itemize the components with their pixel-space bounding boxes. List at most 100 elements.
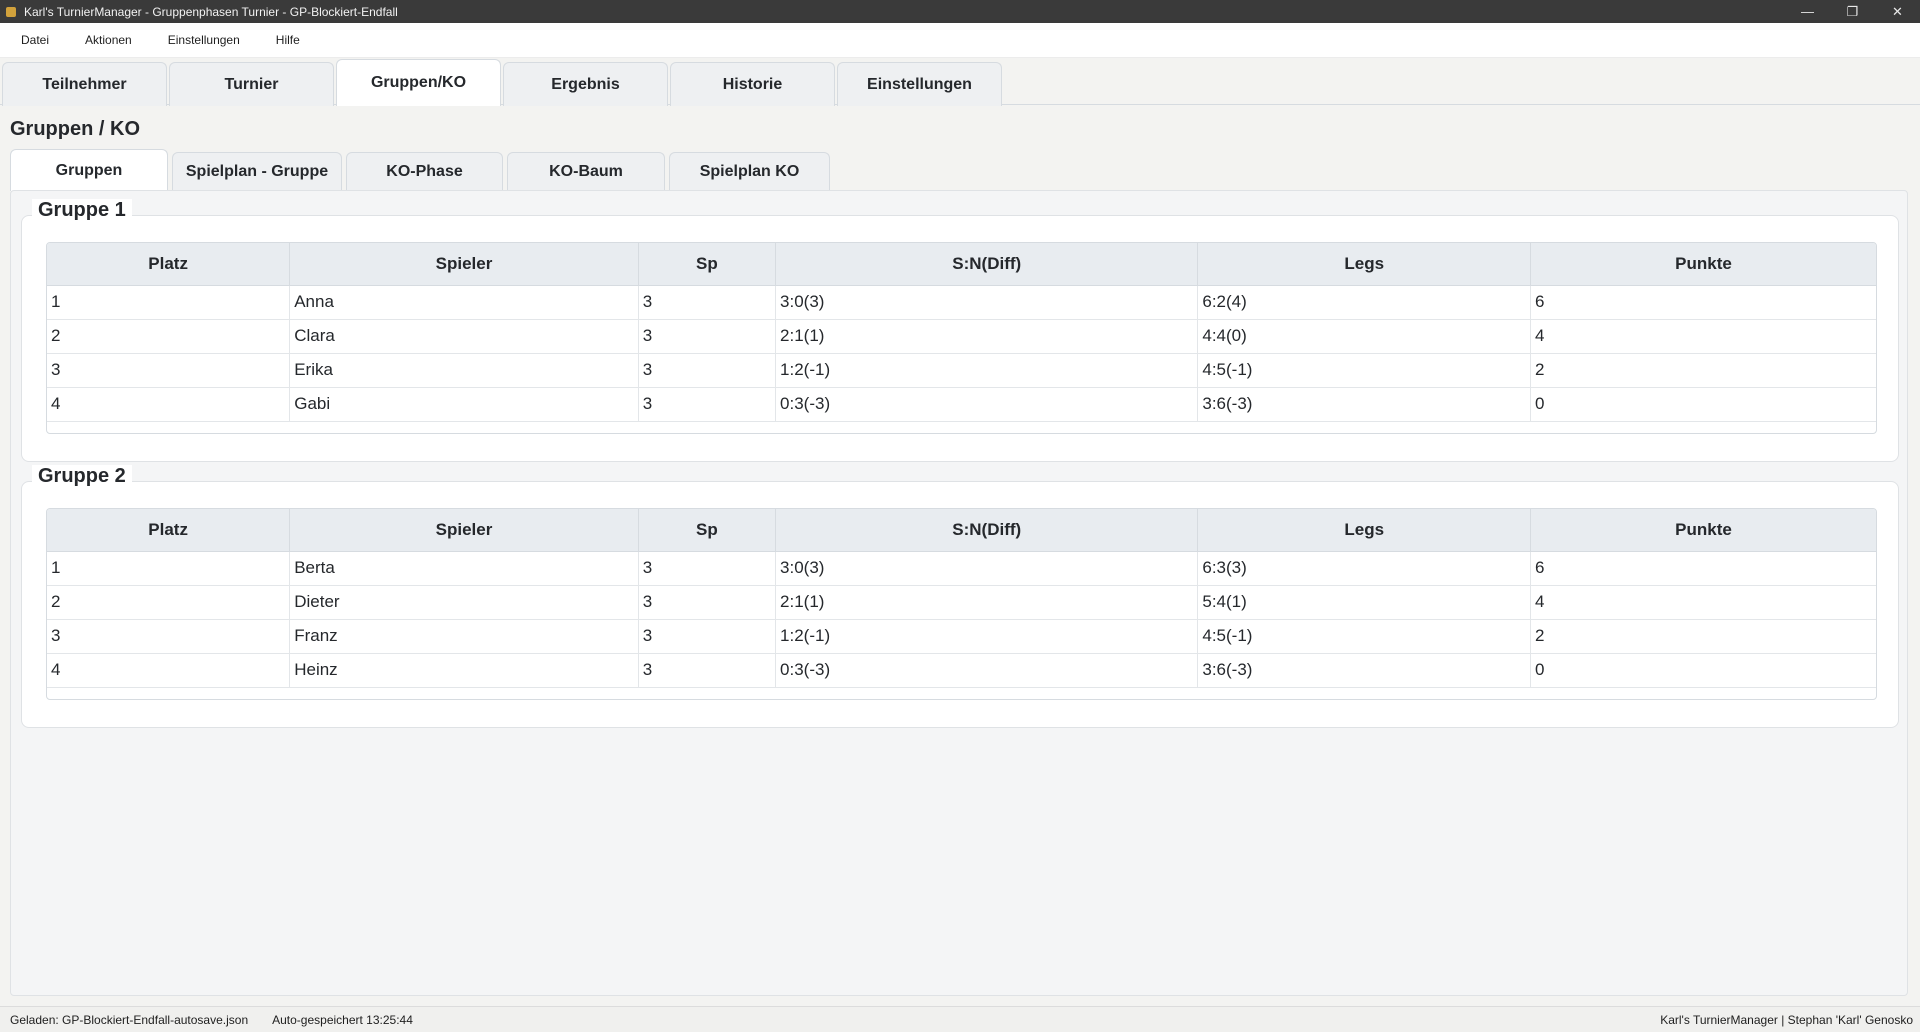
table-row[interactable]: 1 Anna 3 3:0(3) 6:2(4) 6: [47, 285, 1876, 320]
cell-sn-diff: 0:3(-3): [775, 387, 1199, 422]
cell-sn-diff: 1:2(-1): [775, 619, 1199, 654]
tab-teilnehmer[interactable]: Teilnehmer: [2, 62, 167, 106]
cell-platz: 2: [47, 319, 291, 354]
subtab-spielplan-ko[interactable]: Spielplan KO: [669, 152, 830, 190]
table-filler: [47, 688, 1876, 699]
subtab-ko-baum[interactable]: KO-Baum: [507, 152, 665, 190]
cell-spieler: Erika: [289, 353, 639, 388]
cell-punkte: 2: [1530, 353, 1876, 388]
menu-aktionen[interactable]: Aktionen: [67, 23, 150, 58]
table-header-row: Platz Spieler Sp S:N(Diff) Legs Punkte: [47, 243, 1876, 286]
cell-legs: 6:3(3): [1197, 551, 1532, 586]
table-filler: [47, 422, 1876, 433]
column-header-platz[interactable]: Platz: [47, 243, 291, 286]
cell-spieler: Anna: [289, 285, 639, 320]
cell-spieler: Franz: [289, 619, 639, 654]
cell-platz: 1: [47, 285, 291, 320]
cell-punkte: 6: [1530, 285, 1876, 320]
app-icon: [6, 6, 16, 17]
cell-sp: 3: [638, 319, 777, 354]
cell-punkte: 2: [1530, 619, 1876, 654]
group-box-2: Gruppe 2 Platz Spieler Sp S:N(Diff) Legs…: [21, 465, 1899, 728]
group-box-1: Gruppe 1 Platz Spieler Sp S:N(Diff) Legs…: [21, 199, 1899, 462]
cell-sn-diff: 3:0(3): [775, 551, 1199, 586]
cell-sp: 3: [638, 353, 777, 388]
cell-spieler: Clara: [289, 319, 639, 354]
table-row[interactable]: 2 Clara 3 2:1(1) 4:4(0) 4: [47, 319, 1876, 354]
column-header-punkte[interactable]: Punkte: [1530, 243, 1876, 286]
column-header-legs[interactable]: Legs: [1197, 509, 1532, 552]
cell-platz: 1: [47, 551, 291, 586]
cell-legs: 5:4(1): [1197, 585, 1532, 620]
cell-punkte: 6: [1530, 551, 1876, 586]
standings-table: Platz Spieler Sp S:N(Diff) Legs Punkte 1…: [46, 508, 1877, 700]
group-title: Gruppe 2: [32, 465, 132, 488]
subtab-ko-phase[interactable]: KO-Phase: [346, 152, 503, 190]
cell-sp: 3: [638, 387, 777, 422]
cell-platz: 4: [47, 653, 291, 688]
column-header-spieler[interactable]: Spieler: [289, 509, 639, 552]
main-tab-bar: Teilnehmer Turnier Gruppen/KO Ergebnis H…: [0, 59, 1920, 106]
cell-spieler: Dieter: [289, 585, 639, 620]
column-header-spieler[interactable]: Spieler: [289, 243, 639, 286]
subtab-gruppen[interactable]: Gruppen: [10, 149, 168, 191]
table-row[interactable]: 1 Berta 3 3:0(3) 6:3(3) 6: [47, 551, 1876, 586]
cell-legs: 4:4(0): [1197, 319, 1532, 354]
cell-spieler: Heinz: [289, 653, 639, 688]
status-autosave: Auto-gespeichert 13:25:44: [272, 1012, 413, 1027]
group-title: Gruppe 1: [32, 199, 132, 222]
cell-punkte: 0: [1530, 653, 1876, 688]
window-title: Karl's TurnierManager - Gruppenphasen Tu…: [24, 4, 398, 19]
table-row[interactable]: 3 Erika 3 1:2(-1) 4:5(-1) 2: [47, 353, 1876, 388]
cell-platz: 2: [47, 585, 291, 620]
column-header-sp[interactable]: Sp: [638, 243, 777, 286]
menu-bar: Datei Aktionen Einstellungen Hilfe: [0, 23, 1920, 58]
status-loaded-file: Geladen: GP-Blockiert-Endfall-autosave.j…: [10, 1012, 249, 1027]
table-row[interactable]: 2 Dieter 3 2:1(1) 5:4(1) 4: [47, 585, 1876, 620]
cell-punkte: 4: [1530, 319, 1876, 354]
column-header-sp[interactable]: Sp: [638, 509, 777, 552]
title-bar: Karl's TurnierManager - Gruppenphasen Tu…: [0, 0, 1920, 23]
tab-historie[interactable]: Historie: [670, 62, 835, 106]
column-header-punkte[interactable]: Punkte: [1530, 509, 1876, 552]
cell-sp: 3: [638, 619, 777, 654]
column-header-platz[interactable]: Platz: [47, 509, 291, 552]
menu-datei[interactable]: Datei: [0, 23, 67, 58]
cell-sp: 3: [638, 551, 777, 586]
table-row[interactable]: 4 Heinz 3 0:3(-3) 3:6(-3) 0: [47, 653, 1876, 688]
tab-einstellungen[interactable]: Einstellungen: [837, 62, 1002, 106]
tab-turnier[interactable]: Turnier: [169, 62, 334, 106]
subtab-spielplan-gruppe[interactable]: Spielplan - Gruppe: [172, 152, 342, 190]
status-bar: Geladen: GP-Blockiert-Endfall-autosave.j…: [0, 1006, 1920, 1032]
status-app-credit: Karl's TurnierManager | Stephan 'Karl' G…: [1660, 1012, 1913, 1027]
cell-platz: 4: [47, 387, 291, 422]
page-title: Gruppen / KO: [10, 118, 140, 140]
tab-ergebnis[interactable]: Ergebnis: [503, 62, 668, 106]
cell-legs: 3:6(-3): [1197, 387, 1532, 422]
cell-sn-diff: 2:1(1): [775, 585, 1199, 620]
maximize-button[interactable]: ❐: [1830, 0, 1875, 23]
cell-platz: 3: [47, 353, 291, 388]
cell-sn-diff: 3:0(3): [775, 285, 1199, 320]
sub-tab-bar: Gruppen Spielplan - Gruppe KO-Phase KO-B…: [10, 149, 834, 191]
close-button[interactable]: ✕: [1875, 0, 1920, 23]
cell-legs: 4:5(-1): [1197, 353, 1532, 388]
tab-gruppen-ko[interactable]: Gruppen/KO: [336, 59, 501, 106]
table-header-row: Platz Spieler Sp S:N(Diff) Legs Punkte: [47, 509, 1876, 552]
groups-panel: Gruppe 1 Platz Spieler Sp S:N(Diff) Legs…: [10, 190, 1908, 996]
cell-sp: 3: [638, 285, 777, 320]
cell-sn-diff: 0:3(-3): [775, 653, 1199, 688]
column-header-sn-diff[interactable]: S:N(Diff): [775, 243, 1199, 286]
table-row[interactable]: 4 Gabi 3 0:3(-3) 3:6(-3) 0: [47, 387, 1876, 422]
table-row[interactable]: 3 Franz 3 1:2(-1) 4:5(-1) 2: [47, 619, 1876, 654]
column-header-sn-diff[interactable]: S:N(Diff): [775, 509, 1199, 552]
minimize-button[interactable]: —: [1785, 0, 1830, 23]
column-header-legs[interactable]: Legs: [1197, 243, 1532, 286]
cell-sp: 3: [638, 585, 777, 620]
cell-sn-diff: 1:2(-1): [775, 353, 1199, 388]
menu-hilfe[interactable]: Hilfe: [258, 23, 318, 58]
cell-platz: 3: [47, 619, 291, 654]
cell-legs: 4:5(-1): [1197, 619, 1532, 654]
menu-einstellungen[interactable]: Einstellungen: [150, 23, 258, 58]
standings-table: Platz Spieler Sp S:N(Diff) Legs Punkte 1…: [46, 242, 1877, 434]
